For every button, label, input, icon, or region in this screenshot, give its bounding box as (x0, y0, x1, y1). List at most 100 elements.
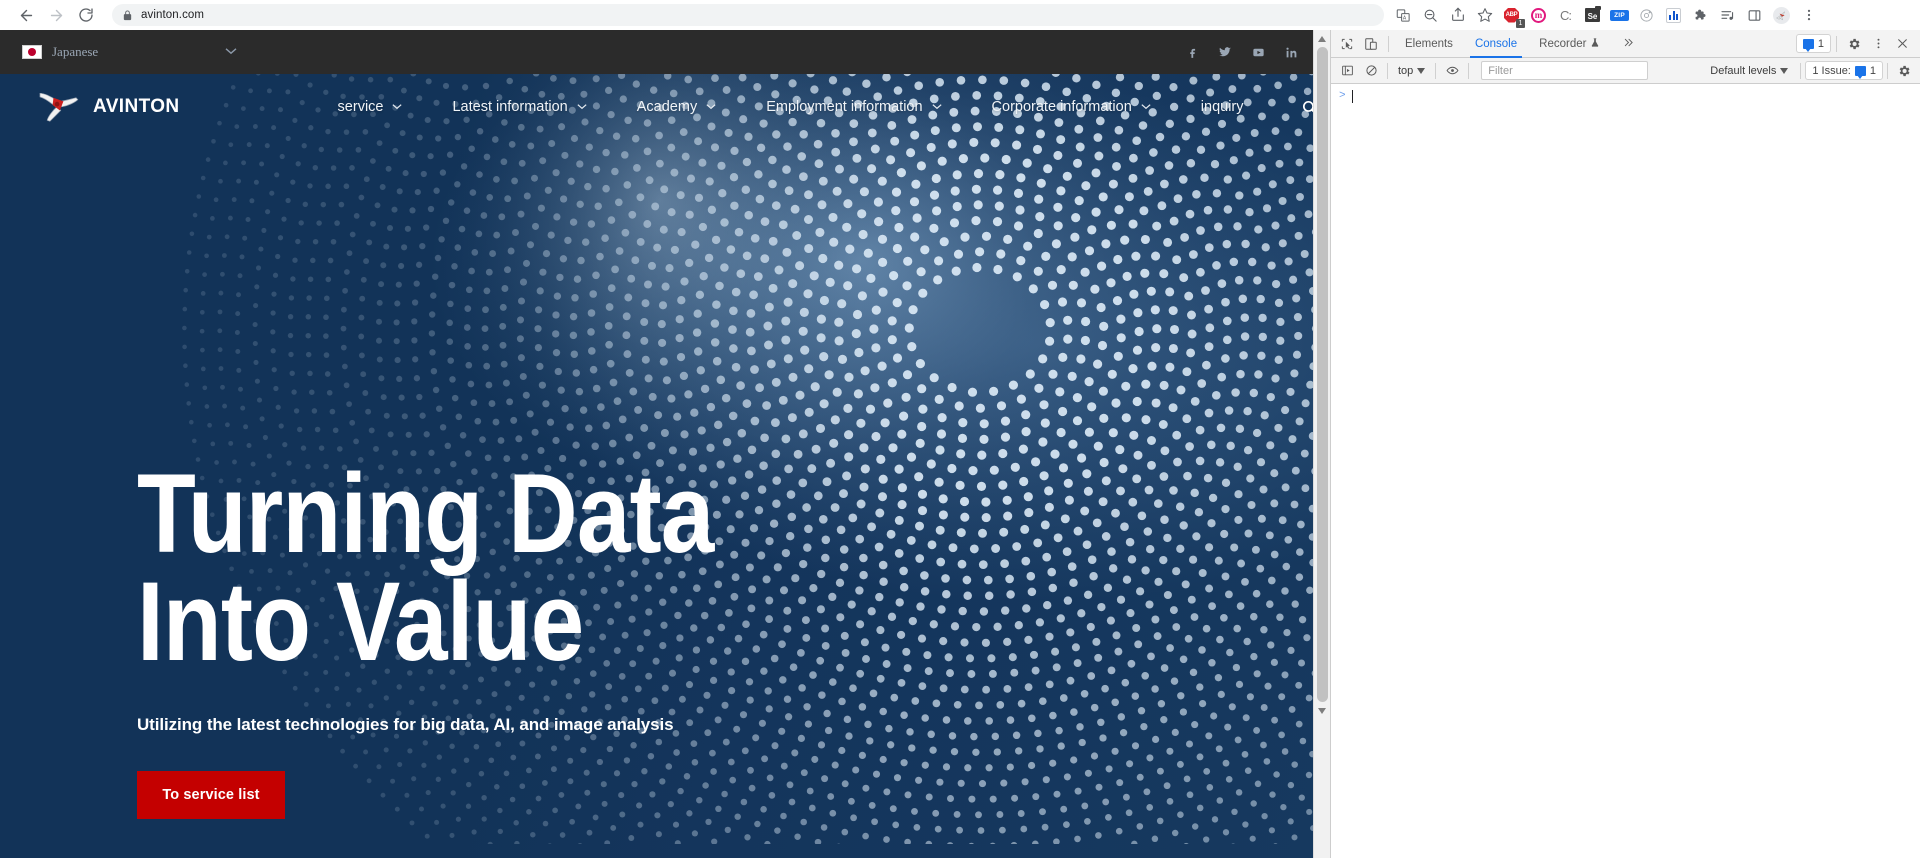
messages-count: 1 (1817, 37, 1824, 50)
language-label: Japanese (52, 44, 99, 59)
browser-toolbar: avinton.com A ABP 1 m C: Se ZIP (0, 0, 1920, 30)
message-bubble-icon (1854, 65, 1866, 79)
colon-c-icon[interactable]: C: (1552, 2, 1579, 28)
execution-context-selector[interactable]: top (1392, 65, 1431, 77)
colon-c-glyph: C: (1560, 7, 1572, 23)
target-orbit-icon[interactable] (1633, 2, 1660, 28)
scroll-up-arrow[interactable] (1314, 30, 1331, 47)
profile-avatar-icon[interactable] (1768, 2, 1795, 28)
tab-label: Console (1474, 37, 1518, 50)
context-label: top (1398, 64, 1414, 77)
issues-label: 1 Issue: (1812, 64, 1851, 77)
browser-action-icons: A ABP 1 m C: Se ZIP (1390, 2, 1822, 28)
avinton-propeller-logo (36, 87, 80, 128)
console-settings-gear-icon[interactable] (1892, 59, 1916, 83)
selenium-glyph: Se (1585, 6, 1601, 22)
hero-subheading: Utilizing the latest technologies for bi… (137, 715, 674, 735)
chevron-down-icon (1780, 67, 1789, 74)
clear-console-icon[interactable] (1359, 59, 1383, 83)
inspect-element-icon[interactable] (1335, 32, 1359, 56)
playlist-music-icon[interactable] (1714, 2, 1741, 28)
webpage-viewport: Turning Data Into Value Utilizing the la… (0, 30, 1330, 858)
address-bar[interactable]: avinton.com (112, 4, 1384, 26)
chevron-down-icon (706, 102, 716, 112)
zip-glyph: ZIP (1610, 9, 1629, 21)
tab-console[interactable]: Console (1464, 30, 1528, 58)
console-prompt[interactable]: > (1331, 87, 1920, 105)
chevron-down-icon (392, 102, 403, 112)
nav-item-latest-information[interactable]: Latest information (427, 99, 611, 115)
tab-recorder[interactable]: Recorder (1528, 30, 1611, 58)
social-links (1186, 45, 1312, 59)
search-icon[interactable] (1269, 99, 1318, 116)
side-panel-icon[interactable] (1741, 2, 1768, 28)
chevron-double-right-icon (1622, 37, 1635, 51)
chevron-down-icon (225, 46, 237, 58)
nav-label: Latest information (452, 99, 568, 115)
brand-name: AVINTON (93, 96, 180, 117)
language-selector[interactable]: Japanese (22, 44, 237, 60)
tab-elements[interactable]: Elements (1394, 30, 1464, 58)
share-icon[interactable] (1444, 2, 1471, 28)
divider (1800, 62, 1802, 79)
bookmark-star-icon[interactable] (1471, 2, 1498, 28)
chevron-down-icon (1417, 67, 1426, 74)
issues-chip[interactable]: 1 Issue: 1 (1805, 61, 1883, 80)
console-output-area[interactable]: > (1331, 84, 1920, 858)
more-vertical-icon[interactable] (1866, 32, 1890, 56)
navigation-buttons (8, 1, 100, 29)
nav-item-corporate-information[interactable]: Corporate information (967, 99, 1176, 115)
chevron-down-icon (1141, 102, 1151, 112)
extensions-puzzle-icon[interactable] (1687, 2, 1714, 28)
divider (1468, 62, 1470, 79)
analytics-bars-icon[interactable] (1660, 2, 1687, 28)
page-scrollbar[interactable] (1313, 30, 1330, 858)
japan-flag-icon (22, 45, 42, 59)
divider (1836, 35, 1837, 52)
brand-logo-link[interactable]: AVINTON (36, 87, 180, 128)
abp-badge: 1 (1516, 19, 1525, 28)
memex-circle-icon[interactable]: m (1525, 2, 1552, 28)
zoom-out-icon[interactable] (1417, 2, 1444, 28)
divider (1887, 62, 1888, 79)
nav-item-service[interactable]: service (313, 99, 428, 115)
hero-section: Turning Data Into Value Utilizing the la… (0, 30, 1330, 858)
scrollbar-thumb[interactable] (1316, 47, 1328, 702)
twitter-icon[interactable] (1218, 45, 1232, 59)
console-filter-input[interactable]: Filter (1481, 61, 1649, 80)
reload-button[interactable] (72, 1, 100, 29)
log-levels-selector[interactable]: Default levels (1710, 65, 1796, 77)
messages-count-chip[interactable]: 1 (1795, 34, 1831, 53)
filter-placeholder: Filter (1488, 64, 1513, 77)
close-icon[interactable] (1890, 32, 1914, 56)
linkedin-icon[interactable] (1285, 46, 1298, 59)
nav-item-employment-information[interactable]: Employment information (741, 99, 966, 115)
adblock-plus-icon[interactable]: ABP 1 (1498, 2, 1525, 28)
chevron-down-icon (577, 102, 587, 112)
forward-button[interactable] (42, 1, 70, 29)
device-toolbar-icon[interactable] (1359, 32, 1383, 56)
scroll-down-arrow[interactable] (1314, 702, 1331, 719)
live-expression-icon[interactable] (1440, 59, 1464, 83)
youtube-icon[interactable] (1251, 46, 1266, 59)
translate-icon[interactable]: A (1390, 2, 1417, 28)
nav-item-academy[interactable]: Academy (612, 99, 741, 115)
devtools-panel: Elements Console Recorder 1 top Filter D… (1330, 30, 1920, 858)
console-sidebar-icon[interactable] (1335, 59, 1359, 83)
gear-icon[interactable] (1842, 32, 1866, 56)
selenium-ide-icon[interactable]: Se (1579, 2, 1606, 28)
facebook-icon[interactable] (1186, 46, 1199, 59)
nav-label: Corporate information (991, 99, 1132, 115)
zip-extractor-icon[interactable]: ZIP (1606, 2, 1633, 28)
message-bubble-icon (1802, 38, 1814, 52)
lock-icon (122, 9, 133, 21)
browser-window: avinton.com A ABP 1 m C: Se ZIP Turning … (0, 0, 1920, 858)
back-button[interactable] (12, 1, 40, 29)
hero-heading-line-1: Turning Data (137, 451, 714, 576)
issues-count: 1 (1869, 64, 1876, 77)
more-tabs-button[interactable] (1611, 30, 1646, 58)
to-service-list-button[interactable]: To service list (137, 771, 285, 820)
chrome-menu-icon[interactable] (1795, 2, 1822, 28)
nav-item-inquiry[interactable]: inquiry (1176, 99, 1269, 115)
tab-label: Recorder (1539, 37, 1587, 50)
